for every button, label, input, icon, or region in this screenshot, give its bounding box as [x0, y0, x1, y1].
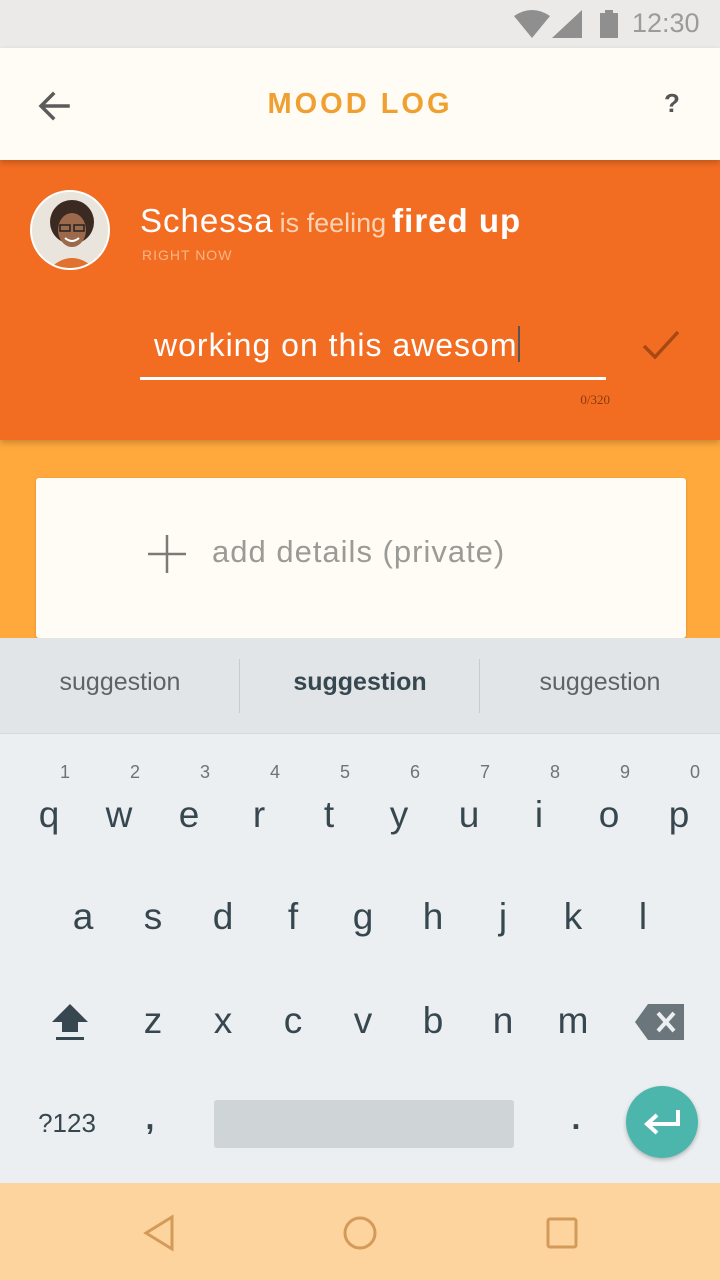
app-bar: MOOD LOG ?	[0, 48, 720, 160]
key-y[interactable]: y6	[370, 762, 428, 836]
key-u[interactable]: u7	[440, 762, 498, 836]
suggestion-right[interactable]: suggestion	[480, 668, 720, 697]
key-q[interactable]: q1	[20, 762, 78, 836]
key-l[interactable]: l	[614, 896, 672, 938]
user-name: Schessa	[140, 202, 274, 239]
key-e[interactable]: e3	[160, 762, 218, 836]
wifi-icon	[514, 10, 550, 38]
mood-header: Schessa is feeling fired up RIGHT NOW work…	[0, 160, 720, 440]
key-s[interactable]: s	[124, 896, 182, 938]
add-details-card[interactable]: add details (private)	[36, 478, 686, 638]
add-details-label: add details (private)	[212, 534, 506, 569]
nav-recents-icon[interactable]	[542, 1213, 582, 1253]
clock: 12:30	[632, 8, 700, 38]
key-f[interactable]: f	[264, 896, 322, 938]
key-i[interactable]: i8	[510, 762, 568, 836]
key-g[interactable]: g	[334, 896, 392, 938]
key-r[interactable]: r4	[230, 762, 288, 836]
key-w[interactable]: w2	[90, 762, 148, 836]
key-b[interactable]: b	[404, 1000, 462, 1042]
key-t[interactable]: t5	[300, 762, 358, 836]
key-a[interactable]: a	[54, 896, 112, 938]
key-x[interactable]: x	[194, 1000, 252, 1042]
key-p[interactable]: p0	[650, 762, 708, 836]
period-key[interactable]: .	[556, 1100, 596, 1137]
status-input-text: working on this awesom	[154, 327, 518, 363]
backspace-icon[interactable]	[634, 1002, 686, 1042]
key-k[interactable]: k	[544, 896, 602, 938]
suggestion-left[interactable]: suggestion	[0, 668, 240, 697]
soft-keyboard: suggestion suggestion suggestion q1 w2 e…	[0, 638, 720, 1183]
mood-value[interactable]: fired up	[392, 202, 521, 239]
comma-key[interactable]: ,	[130, 1100, 170, 1137]
status-input[interactable]: working on this awesom	[140, 320, 606, 380]
key-m[interactable]: m	[544, 1000, 602, 1042]
key-n[interactable]: n	[474, 1000, 532, 1042]
status-bar: 12:30	[0, 0, 720, 48]
suggestion-center[interactable]: suggestion	[240, 668, 480, 697]
character-counter: 0/320	[580, 392, 610, 407]
text-cursor	[518, 326, 521, 362]
avatar-image	[32, 192, 108, 268]
enter-icon	[644, 1110, 680, 1135]
key-z[interactable]: z	[124, 1000, 182, 1042]
time-label[interactable]: RIGHT NOW	[142, 247, 232, 263]
space-bar[interactable]	[214, 1100, 514, 1148]
key-j[interactable]: j	[474, 896, 532, 938]
suggestion-strip: suggestion suggestion suggestion	[0, 638, 720, 734]
mood-connector: is feeling	[279, 208, 387, 238]
key-o[interactable]: o9	[580, 762, 638, 836]
key-v[interactable]: v	[334, 1000, 392, 1042]
key-c[interactable]: c	[264, 1000, 322, 1042]
help-button[interactable]: ?	[652, 88, 692, 119]
key-h[interactable]: h	[404, 896, 462, 938]
mood-statement: Schessa is feeling fired up	[140, 202, 521, 240]
battery-icon	[600, 10, 618, 38]
page-title: MOOD LOG	[267, 88, 453, 120]
symbols-key[interactable]: ?123	[20, 1108, 114, 1139]
signal-icon	[552, 10, 582, 38]
checkmark-icon[interactable]	[638, 322, 684, 368]
avatar[interactable]	[30, 190, 110, 270]
key-d[interactable]: d	[194, 896, 252, 938]
nav-home-icon[interactable]	[340, 1213, 380, 1253]
shift-icon[interactable]	[46, 1000, 94, 1044]
navigation-bar	[0, 1183, 720, 1280]
enter-key[interactable]	[626, 1086, 698, 1158]
plus-icon	[148, 535, 186, 573]
nav-back-icon[interactable]	[140, 1213, 180, 1253]
